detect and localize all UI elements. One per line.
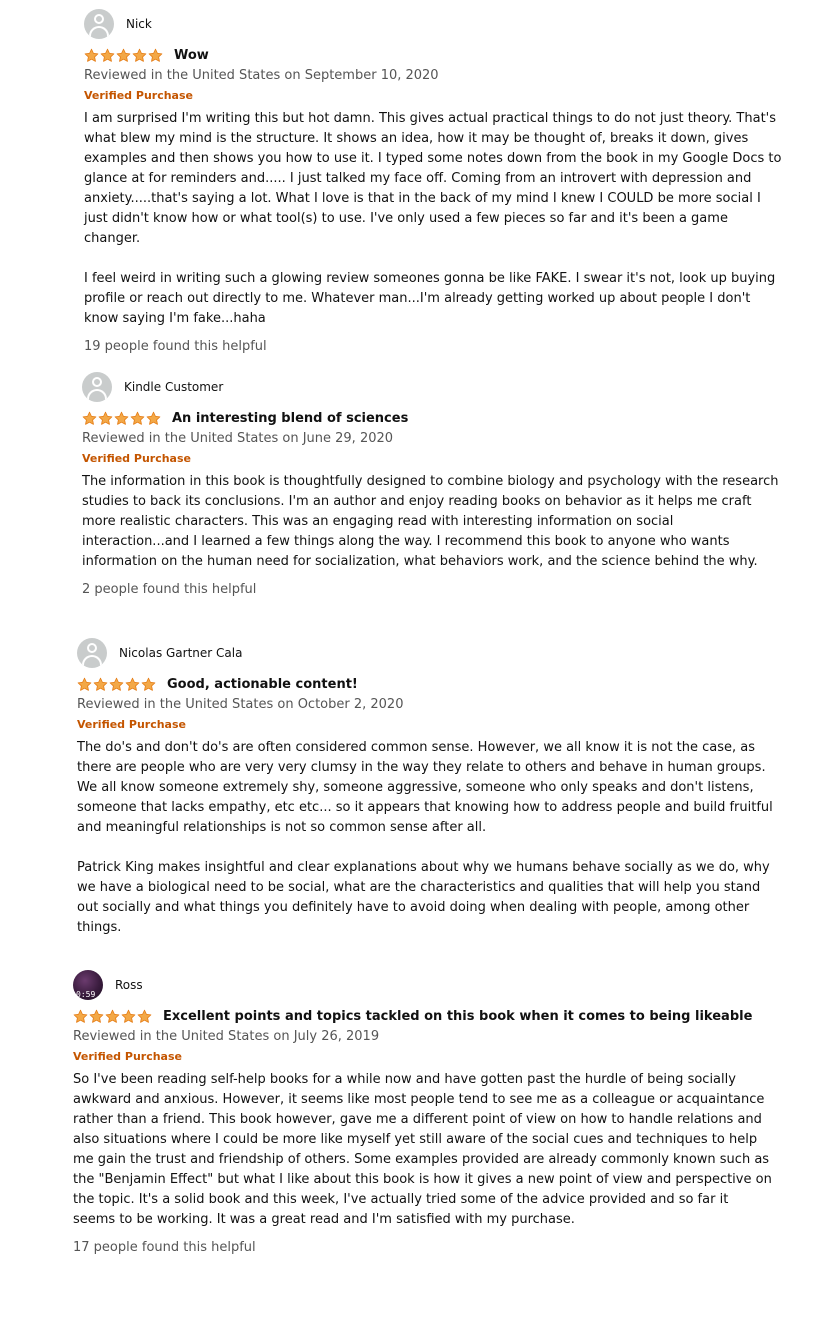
star-icon — [93, 677, 108, 691]
verified-purchase-badge[interactable]: Verified Purchase — [84, 86, 784, 106]
star-icon — [89, 1009, 104, 1023]
review-date: Reviewed in the United States on June 29… — [82, 431, 394, 446]
review-body: I am surprised I'm writing this but hot … — [84, 109, 784, 329]
review-date: Reviewed in the United States on Septemb… — [84, 68, 439, 83]
author-name[interactable]: Nick — [126, 17, 152, 31]
review-title[interactable]: Good, actionable content! — [167, 677, 358, 692]
review-card: Nicolas Gartner Cala Good, actionable co… — [77, 638, 777, 938]
star-rating[interactable] — [77, 677, 157, 692]
review-paragraph: The do's and don't do's are often consid… — [77, 740, 773, 835]
star-icon — [125, 677, 140, 691]
verified-purchase-badge[interactable]: Verified Purchase — [77, 715, 777, 735]
star-icon — [132, 48, 147, 62]
star-icon — [137, 1009, 152, 1023]
star-icon — [114, 411, 129, 425]
author-name[interactable]: Kindle Customer — [124, 380, 223, 394]
default-avatar-icon — [77, 638, 107, 668]
default-avatar-icon — [84, 9, 114, 39]
profile-photo-avatar: 0:59 — [73, 970, 103, 1000]
default-avatar-icon — [82, 372, 112, 402]
review-title[interactable]: Excellent points and topics tackled on t… — [163, 1009, 752, 1024]
review-title[interactable]: Wow — [174, 48, 209, 63]
star-icon — [77, 677, 92, 691]
review-date: Reviewed in the United States on July 26… — [73, 1029, 380, 1044]
review-paragraph: Patrick King makes insightful and clear … — [77, 860, 770, 935]
review-author[interactable]: Kindle Customer — [82, 372, 782, 402]
author-name[interactable]: Nicolas Gartner Cala — [119, 646, 242, 660]
review-author[interactable]: Nicolas Gartner Cala — [77, 638, 777, 668]
helpful-count: 19 people found this helpful — [84, 339, 267, 354]
star-icon — [73, 1009, 88, 1023]
star-rating[interactable] — [82, 411, 162, 426]
helpful-count: 2 people found this helpful — [82, 582, 257, 597]
star-icon — [82, 411, 97, 425]
star-icon — [121, 1009, 136, 1023]
star-icon — [141, 677, 156, 691]
review-card: Nick Wow Reviewed in the United States o… — [84, 9, 784, 357]
avatar-photo-text: 0:59 — [76, 990, 96, 999]
star-icon — [148, 48, 163, 62]
star-icon — [84, 48, 99, 62]
review-body: The information in this book is thoughtf… — [82, 472, 782, 572]
review-title[interactable]: An interesting blend of sciences — [172, 411, 408, 426]
verified-purchase-badge[interactable]: Verified Purchase — [82, 449, 782, 469]
star-icon — [98, 411, 113, 425]
star-icon — [109, 677, 124, 691]
review-author[interactable]: Nick — [84, 9, 784, 39]
review-author[interactable]: 0:59 Ross — [73, 970, 773, 1000]
star-icon — [105, 1009, 120, 1023]
review-date: Reviewed in the United States on October… — [77, 697, 404, 712]
verified-purchase-badge[interactable]: Verified Purchase — [73, 1047, 773, 1067]
review-card: 0:59 Ross Excellent points and topics ta… — [73, 970, 773, 1258]
star-icon — [146, 411, 161, 425]
helpful-count: 17 people found this helpful — [73, 1240, 256, 1255]
review-paragraph: So I've been reading self-help books for… — [73, 1072, 772, 1227]
author-name[interactable]: Ross — [115, 978, 143, 992]
review-body: The do's and don't do's are often consid… — [77, 738, 777, 938]
star-rating[interactable] — [84, 48, 164, 63]
review-paragraph: I feel weird in writing such a glowing r… — [84, 271, 776, 326]
star-icon — [100, 48, 115, 62]
star-rating[interactable] — [73, 1009, 153, 1024]
review-paragraph: I am surprised I'm writing this but hot … — [84, 111, 782, 246]
star-icon — [116, 48, 131, 62]
review-card: Kindle Customer An interesting blend of … — [82, 372, 782, 600]
review-paragraph: The information in this book is thoughtf… — [82, 474, 779, 569]
review-body: So I've been reading self-help books for… — [73, 1070, 773, 1230]
star-icon — [130, 411, 145, 425]
